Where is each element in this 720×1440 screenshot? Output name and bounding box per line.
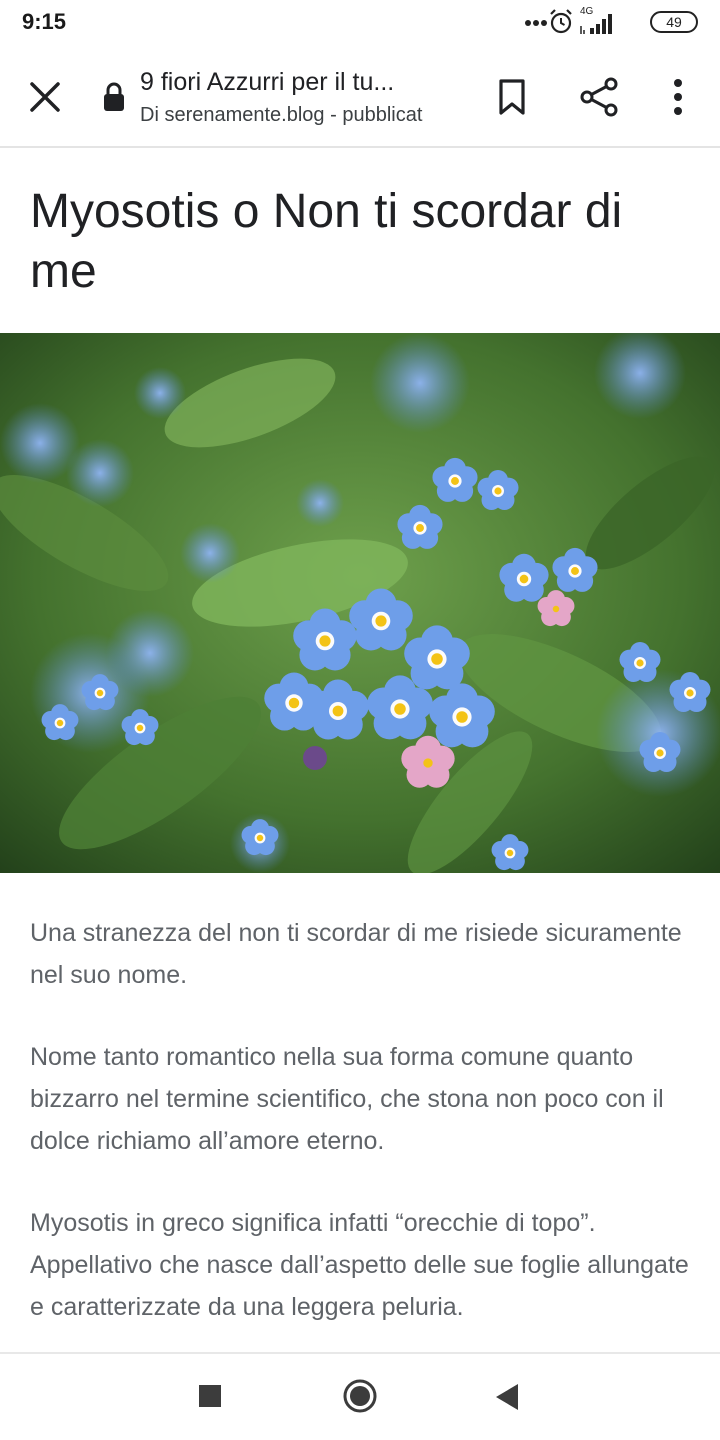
article-body: Una stranezza del non ti scordar di me r… — [30, 912, 700, 1352]
share-icon[interactable] — [578, 76, 620, 118]
signal-icon: 4G — [578, 6, 618, 36]
battery-level: 49 — [666, 14, 682, 30]
status-time: 9:15 — [22, 9, 67, 34]
status-icons: 4G 49 — [498, 6, 698, 36]
more-dots-icon — [525, 20, 547, 26]
recents-square-icon[interactable] — [198, 1384, 222, 1408]
system-navigation-bar — [0, 1352, 720, 1440]
more-vert-icon[interactable] — [662, 76, 694, 118]
home-circle-icon[interactable] — [342, 1378, 378, 1414]
battery-icon: 49 — [650, 11, 698, 33]
forget-me-not-flowers-photo — [0, 333, 720, 873]
article-paragraph: Myosotis in greco significa infatti “ore… — [30, 1209, 689, 1321]
custom-tab-toolbar: 9 fiori Azzurri per il tu... Di serename… — [0, 46, 720, 148]
status-bar: 9:15 4G 49 — [0, 0, 720, 46]
page-url-subtitle: Di serenamente.blog - pubblicat — [140, 104, 423, 126]
bookmark-icon[interactable] — [492, 76, 532, 118]
back-triangle-icon[interactable] — [494, 1382, 520, 1412]
article-heading: Myosotis o Non ti scordar di me — [30, 185, 623, 298]
article-paragraph: Una stranezza del non ti scordar di me r… — [30, 919, 682, 989]
lock-icon[interactable] — [100, 80, 128, 114]
article-hero-image — [0, 333, 720, 873]
close-icon[interactable] — [26, 78, 64, 116]
alarm-icon — [550, 9, 572, 34]
page-title: 9 fiori Azzurri per il tu... — [140, 68, 395, 96]
article-paragraph: Nome tanto romantico nella sua forma com… — [30, 1043, 664, 1155]
